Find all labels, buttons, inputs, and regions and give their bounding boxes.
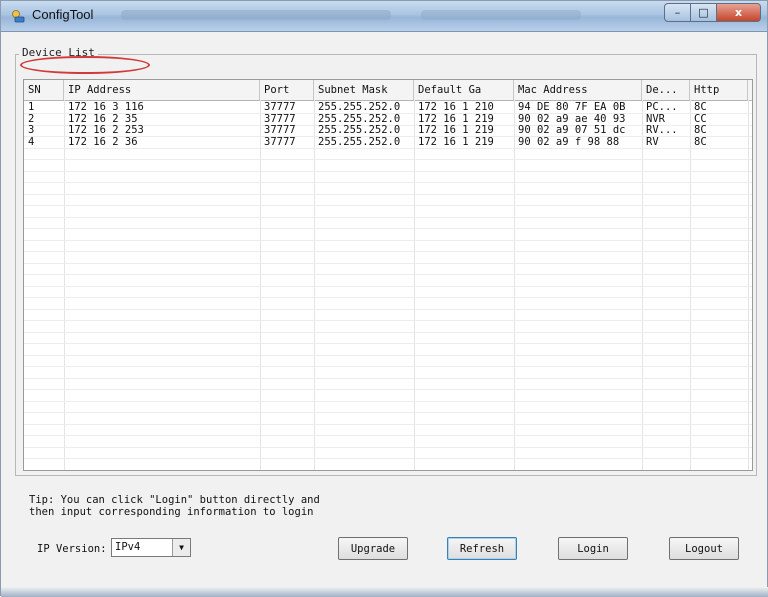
table-cell: CC xyxy=(694,113,707,125)
device-list-table[interactable]: SN IP Address Port Subnet Mask Default Ga Mac… xyxy=(23,79,753,471)
table-cell: 172 16 1 210 xyxy=(418,102,494,113)
login-button[interactable]: Login xyxy=(558,537,628,560)
table-cell: 3 xyxy=(28,125,35,136)
upgrade-button[interactable]: Upgrade xyxy=(338,537,408,560)
table-cell: RV xyxy=(646,136,659,148)
configtool-window: ConfigTool – □ x Device List SN IP Addres… xyxy=(0,0,768,597)
table-cell: 37777 xyxy=(264,125,296,136)
grid-row-line xyxy=(24,377,752,379)
grid-row-line xyxy=(24,320,752,321)
table-cell: 90 02 a9 f 98 88 xyxy=(518,136,620,148)
table-cell: 172 16 2 35 xyxy=(68,113,138,125)
table-cell: 37777 xyxy=(264,136,296,148)
grid-row-line xyxy=(24,435,752,436)
grid-row-line xyxy=(24,170,752,172)
grid-row-line xyxy=(24,446,752,448)
column-header[interactable]: Port xyxy=(260,80,314,100)
grid-row-line xyxy=(24,182,752,183)
grid-row-line xyxy=(24,285,752,287)
table-cell: 4 xyxy=(28,136,35,148)
column-header[interactable]: IP Address xyxy=(64,80,260,100)
grid-row-line xyxy=(24,343,752,344)
window-controls: – □ x xyxy=(664,3,761,22)
close-button[interactable]: x xyxy=(717,3,761,22)
highlight-oval xyxy=(20,56,150,74)
table-cell: 172 16 1 219 xyxy=(418,113,494,125)
table-cell: 2 xyxy=(28,113,35,125)
ip-version-value: IPv4 xyxy=(115,541,141,553)
tip-text: Tip: You can click "Login" button direct… xyxy=(29,494,320,518)
table-cell: 255.255.252.0 xyxy=(318,125,401,136)
table-cell: 255.255.252.0 xyxy=(318,102,401,113)
tip-line-2: then input corresponding information to … xyxy=(29,506,314,518)
table-header: SN IP Address Port Subnet Mask Default Ga Mac… xyxy=(24,80,752,101)
title-blur xyxy=(421,10,581,20)
table-cell: 172 16 3 116 xyxy=(68,102,144,113)
table-cell: RV... xyxy=(646,125,678,136)
grid-row-line xyxy=(24,239,752,241)
grid-row-line xyxy=(24,262,752,264)
logout-button[interactable]: Logout xyxy=(669,537,739,560)
column-header[interactable]: Default Ga xyxy=(414,80,514,100)
maximize-button[interactable]: □ xyxy=(691,3,717,22)
grid-row-line xyxy=(24,216,752,218)
column-header[interactable]: SN xyxy=(24,80,64,100)
dropdown-arrow-icon[interactable]: ▼ xyxy=(172,539,190,556)
table-cell: 255.255.252.0 xyxy=(318,136,401,148)
window-title: ConfigTool xyxy=(32,7,94,22)
grid-row-line xyxy=(24,469,752,470)
table-cell: 1 xyxy=(28,102,35,113)
grid-row-line xyxy=(24,274,752,275)
title-bar[interactable]: ConfigTool – □ x xyxy=(1,1,767,32)
table-cell: 255.255.252.0 xyxy=(318,113,401,125)
grid-row-line xyxy=(24,423,752,425)
table-cell: 90 02 a9 07 51 dc xyxy=(518,125,626,136)
grid-row-line xyxy=(24,400,752,402)
tip-line-1: Tip: You can click "Login" button direct… xyxy=(29,494,320,506)
table-cell: NVR xyxy=(646,113,665,125)
refresh-button[interactable]: Refresh xyxy=(447,537,517,560)
grid-row-line xyxy=(24,193,752,195)
grid-row-line xyxy=(24,251,752,252)
grid-row-line xyxy=(24,228,752,229)
table-cell: 172 16 1 219 xyxy=(418,136,494,148)
grid-row-line xyxy=(24,458,752,459)
grid-row-line xyxy=(24,331,752,333)
table-cell: 172 16 2 253 xyxy=(68,125,144,136)
table-cell: 172 16 1 219 xyxy=(418,125,494,136)
grid-row-line xyxy=(24,308,752,310)
grid-row-line xyxy=(24,147,752,149)
grid-row-line xyxy=(24,205,752,206)
grid-row-line xyxy=(24,366,752,367)
column-header[interactable]: Subnet Mask xyxy=(314,80,414,100)
column-header[interactable]: Http xyxy=(690,80,748,100)
grid-row-line xyxy=(24,354,752,356)
table-cell: 8C xyxy=(694,102,707,113)
table-cell: 37777 xyxy=(264,102,296,113)
minimize-button[interactable]: – xyxy=(664,3,691,22)
grid-row-line xyxy=(24,389,752,390)
grid-row-line xyxy=(24,297,752,298)
grid-row-line xyxy=(24,159,752,160)
table-cell: 94 DE 80 7F EA 0B xyxy=(518,102,626,113)
ip-version-select[interactable]: IPv4 ▼ xyxy=(111,538,191,557)
table-cell: 172 16 2 36 xyxy=(68,136,138,148)
grid-row-line xyxy=(24,412,752,413)
app-icon xyxy=(12,10,25,23)
table-cell: 37777 xyxy=(264,113,296,125)
table-cell: 8C xyxy=(694,136,707,148)
table-cell: 90 02 a9 ae 40 93 xyxy=(518,113,626,125)
column-header[interactable]: Mac Address xyxy=(514,80,642,100)
ip-version-label: IP Version: xyxy=(37,543,107,555)
title-blur xyxy=(121,10,391,20)
table-cell: 8C xyxy=(694,125,707,136)
column-header[interactable]: De... xyxy=(642,80,690,100)
table-cell: PC... xyxy=(646,102,678,113)
